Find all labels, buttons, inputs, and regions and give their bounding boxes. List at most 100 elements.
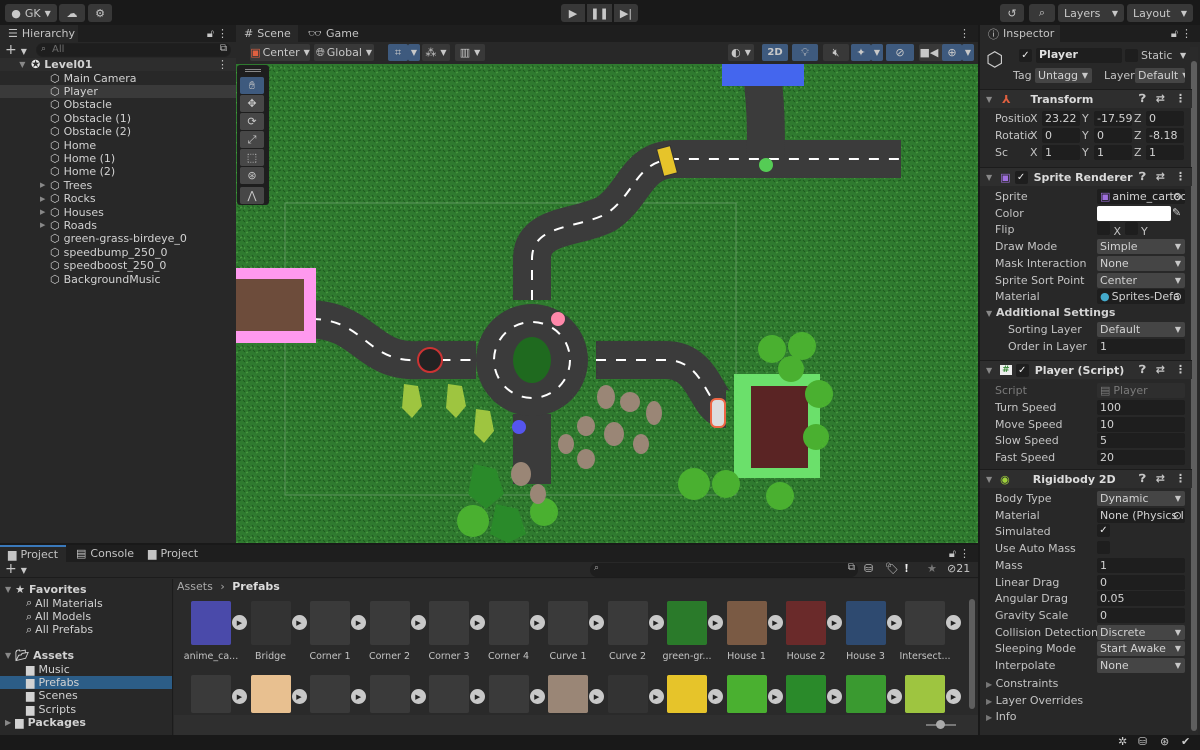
project-search-input[interactable]: ⌕ ⧉ [590,562,858,577]
rotation-z-input[interactable]: -8.18 [1146,128,1184,143]
pivot-dropdown[interactable]: ▣ Center ▼ [250,44,310,61]
increment-snap-button[interactable]: ⁂ ▼ [422,44,450,61]
inspector-scrollbar[interactable] [1190,47,1198,737]
expand-arrow-icon[interactable]: ▶ [40,195,50,203]
hierarchy-item[interactable]: ⬡ Player [0,84,236,99]
sprite-sort-point-field[interactable]: Center ▼ [1097,272,1185,288]
expand-arrow-icon[interactable]: ▼ [986,95,992,104]
breadcrumb-prefabs[interactable]: Prefabs [232,580,280,593]
hierarchy-item[interactable]: ⬡ Home (2) [0,165,236,178]
hierarchy-item[interactable]: ⬡ Obstacle [0,98,236,111]
scale-x-input[interactable]: 1 [1042,145,1080,160]
play-button[interactable]: ▶ [561,4,585,22]
slow-speed-input[interactable]: 5 [1097,433,1185,449]
collision-detection-field[interactable]: Discrete ▼ [1097,624,1185,640]
material-field[interactable]: ● Sprites-Defa ⊙ [1097,289,1185,305]
object-picker-icon[interactable]: ⊙ [1173,190,1182,203]
search-options-icon[interactable]: ⧉ [220,43,227,54]
step-button[interactable]: ▶| [614,4,638,22]
grid-snap-button[interactable]: ⌗ [388,44,408,61]
asset-item[interactable]: ▶ anime_ca... [182,601,247,662]
static-checkbox[interactable] [1125,49,1138,62]
hierarchy-search-input[interactable]: ⌕ All ⧉ [36,43,231,57]
lock-icon[interactable]: 🔓︎ [1171,27,1178,41]
scale-z-input[interactable]: 1 [1146,145,1184,160]
sorting-layer-dropdown[interactable]: Default ▼ [1097,322,1185,337]
draw-mode-dropdown[interactable]: ◐ ▼ [728,44,754,61]
more-icon[interactable]: ⋮ [217,58,228,71]
hierarchy-item[interactable]: ⬡ Obstacle (1) [0,112,236,125]
sprite-renderer-header[interactable]: ▼ ▣ ✓ Sprite Renderer ❓︎ ⇄ ⋮ [980,167,1192,186]
lighting-toggle[interactable]: 💡︎ [792,44,818,61]
hierarchy-item[interactable]: ▶ ⬡ Houses [0,205,236,219]
asset-item[interactable]: ▶ [718,675,783,713]
2d-toggle[interactable]: 2D [762,44,788,61]
position-y-input[interactable]: -17.59 [1094,111,1132,126]
scene-visibility-toggle[interactable]: ⊘ [886,44,914,61]
object-picker-icon[interactable]: ⊙ [1173,290,1182,303]
transform-header[interactable]: ▼ ⅄ Transform ❓︎ ⇄ ⋮ [980,89,1192,108]
asset-item[interactable]: ▶ [301,675,366,713]
tab-scene[interactable]: # Scene [236,25,298,42]
presets-icon[interactable]: ⇄ [1156,92,1165,106]
eyedropper-icon[interactable]: ✎ [1172,206,1181,219]
asset-item[interactable]: ▶ Corner 1 [301,601,366,662]
hierarchy-item[interactable]: ▶ ⬡ Roads [0,219,236,232]
more-icon[interactable]: ⋮ [1175,92,1186,106]
more-icon[interactable]: ⋮ [1175,363,1186,377]
asset-item[interactable]: ▶ [182,675,247,713]
more-icon[interactable]: ⋮ [959,547,970,560]
tab-console[interactable]: ▤ Console [68,545,134,562]
favorites-row[interactable]: ▼ ★ Favorites [5,583,87,596]
body-type-field[interactable]: Dynamic ▼ [1097,491,1185,506]
hierarchy-item[interactable]: ⬡ speedboost_250_0 [0,259,236,272]
folder-item[interactable]: ▆ Prefabs [0,675,172,690]
asset-item[interactable]: ▶ green-gr... [658,601,723,662]
more-icon[interactable]: ⋮ [1175,472,1186,486]
object-picker-icon[interactable]: ⊙ [1173,509,1182,522]
scene-canvas[interactable] [236,64,978,543]
more-icon[interactable]: ⋮ [1175,170,1186,184]
simulated-checkbox[interactable]: ✓ [1097,524,1110,538]
effects-dropdown[interactable]: ▼ [871,44,883,61]
sleeping-mode-field[interactable]: Start Awake ▼ [1097,641,1185,657]
favorite-star-icon[interactable]: ★ [927,562,937,575]
turn-speed-input[interactable]: 100 [1097,400,1185,415]
history-button[interactable]: ↺ [1000,4,1024,22]
help-icon[interactable]: ❓︎ [1139,472,1146,486]
expand-arrow-icon[interactable]: ▼ [986,366,992,375]
layout-dropdown[interactable]: Layout ▼ [1127,4,1193,22]
presets-icon[interactable]: ⇄ [1156,363,1165,377]
gizmos-toggle[interactable]: ⊕ [942,44,962,61]
zoom-slider-thumb[interactable] [936,720,945,729]
folder-item[interactable]: ▆ Scripts [0,703,172,716]
asset-item[interactable]: ▶ [420,675,485,713]
hierarchy-item[interactable]: ⬡ speedbump_250_0 [0,246,236,259]
grid-snap-dropdown[interactable]: ▼ [408,44,420,61]
collab-button[interactable]: ⚙ [88,4,112,22]
gravity-scale-field[interactable]: 0 [1097,607,1185,623]
lock-icon[interactable]: 🔓︎ [949,547,956,561]
mask-interaction-field[interactable]: None ▼ [1097,255,1185,271]
play-icon[interactable]: ▶ [946,615,961,630]
tab-project-2[interactable]: ▆ Project [140,545,206,562]
scene-root-row[interactable]: ▼ ✪ Level01 ⋮ [0,58,236,72]
hierarchy-item[interactable]: ▶ ⬡ Rocks [0,192,236,205]
asset-item[interactable]: ▶ [539,675,604,713]
search-options-icon[interactable]: ⧉ [848,562,855,573]
asset-item[interactable]: ▶ House 2 [777,601,842,662]
asset-scrollbar[interactable] [969,599,975,709]
asset-item[interactable]: ▶ House 1 [718,601,783,662]
layer-dropdown[interactable]: Default▼ [1135,68,1185,83]
cache-icon[interactable]: ⛁ [1138,735,1147,748]
layers-dropdown[interactable]: Layers ▼ [1058,4,1124,22]
debug-icon[interactable]: ✲ [1118,735,1127,748]
favorite-item[interactable]: ⌕ All Materials [26,596,103,609]
expand-arrow-icon[interactable]: ▼ [986,475,992,484]
rect-tool[interactable]: ⬚ [240,149,264,166]
linear-drag-field[interactable]: 0 [1097,574,1185,590]
active-checkbox[interactable]: ✓ [1019,49,1032,62]
drag-handle-icon[interactable] [245,69,261,72]
play-icon[interactable]: ▶ [946,689,961,704]
add-button[interactable]: + ▼ [5,42,27,58]
